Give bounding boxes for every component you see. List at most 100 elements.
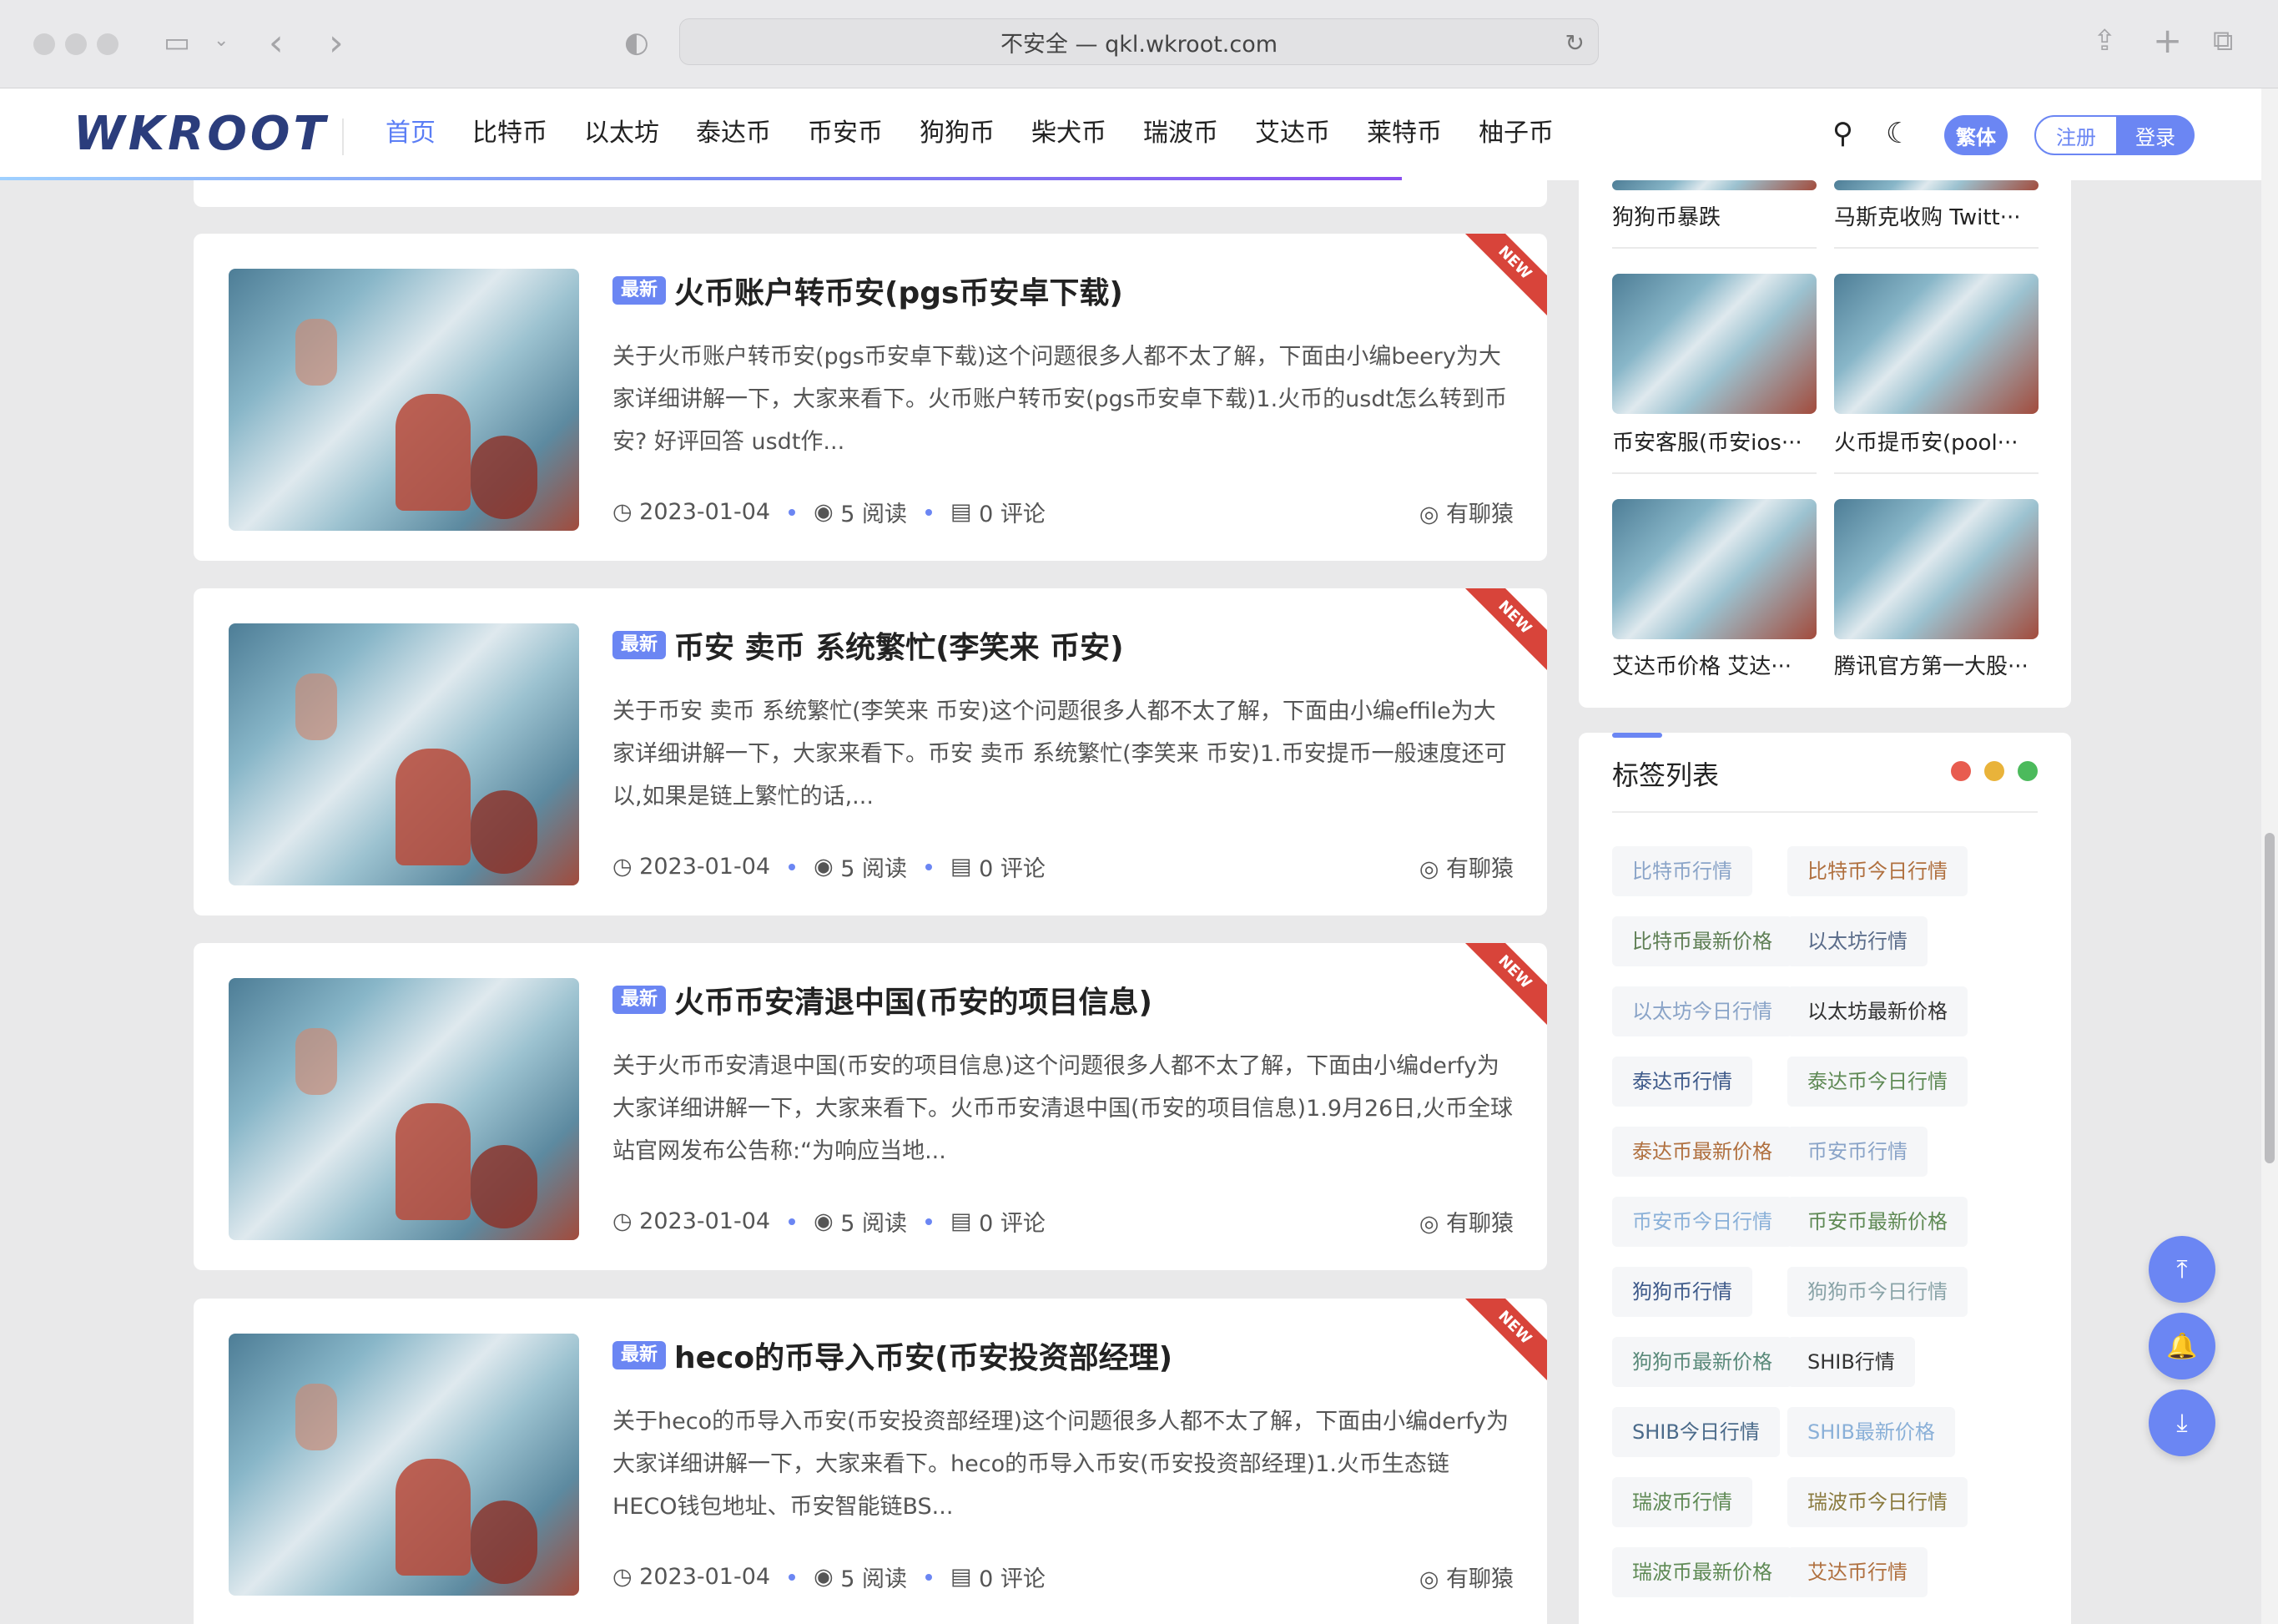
nav-item-btc[interactable]: 比特币 xyxy=(454,112,566,155)
tab-overview-icon[interactable]: ⧉ xyxy=(2213,27,2233,55)
article-author[interactable]: 有聊猿 xyxy=(1446,502,1514,527)
latest-badge: 最新 xyxy=(612,1341,667,1369)
window-minimize-button[interactable] xyxy=(65,33,87,55)
search-icon[interactable]: ⚲ xyxy=(1832,117,1853,150)
thumb-title[interactable]: 腾讯官方第一大股··· xyxy=(1834,649,2039,680)
article-title-text[interactable]: 币安 卖币 系统繁忙(李笑来 币安) xyxy=(674,623,1124,667)
tag-item[interactable]: 币安币今日行情 xyxy=(1612,1197,1792,1247)
thumb-image[interactable] xyxy=(1834,274,2039,414)
thumb-image[interactable] xyxy=(1834,499,2039,639)
thumb-title[interactable]: 火币提币安(pool··· xyxy=(1834,426,2039,456)
nav-item-shib[interactable]: 柴犬币 xyxy=(1013,112,1125,155)
article-card[interactable]: NEW 最新 火币账户转币安(pgs币安卓下载) 关于火币账户转币安(pgs币安卓… xyxy=(194,234,1547,561)
scroll-bottom-button[interactable]: ⤓ xyxy=(2149,1389,2215,1456)
tag-item[interactable]: 泰达币今日行情 xyxy=(1787,1057,1968,1107)
article-thumbnail[interactable] xyxy=(229,269,579,531)
tag-item[interactable]: 币安币最新价格 xyxy=(1787,1197,1968,1247)
tag-item[interactable]: 比特币行情 xyxy=(1612,846,1752,896)
dark-mode-icon[interactable]: ☾ xyxy=(1886,117,1911,150)
article-author[interactable]: 有聊猿 xyxy=(1446,1211,1514,1237)
clock-icon: ◷ xyxy=(612,1208,632,1234)
article-comments[interactable]: 0 评论 xyxy=(979,1205,1046,1238)
article-title[interactable]: 最新 火币账户转币安(pgs币安卓下载) xyxy=(612,269,1123,312)
article-comments[interactable]: 0 评论 xyxy=(979,496,1046,528)
tag-item[interactable]: 瑞波币最新价格 xyxy=(1612,1547,1792,1597)
article-date: 2023-01-04 xyxy=(639,1208,771,1234)
tag-item[interactable]: SHIB今日行情 xyxy=(1612,1407,1780,1457)
tag-item[interactable]: 艾达币行情 xyxy=(1787,1547,1928,1597)
nav-item-ada[interactable]: 艾达币 xyxy=(1237,112,1348,155)
article-thumbnail[interactable] xyxy=(229,978,579,1240)
article-card[interactable]: NEW 最新 火币币安清退中国(币安的项目信息) 关于火币币安清退中国(币安的项目… xyxy=(194,943,1547,1270)
register-button[interactable]: 注册 xyxy=(2034,115,2118,155)
thumb-image[interactable] xyxy=(1612,499,1817,639)
article-title-text[interactable]: 火币账户转币安(pgs币安卓下载) xyxy=(674,269,1123,312)
nav-item-usdt[interactable]: 泰达币 xyxy=(678,112,789,155)
new-ribbon: NEW xyxy=(1459,943,1547,1027)
nav-item-bnb[interactable]: 币安币 xyxy=(789,112,901,155)
window-dots xyxy=(1951,761,2038,781)
tag-item[interactable]: 以太坊今日行情 xyxy=(1612,986,1792,1036)
shield-icon[interactable]: ◐ xyxy=(624,28,649,57)
article-title-text[interactable]: heco的币导入币安(币安投资部经理) xyxy=(674,1334,1172,1377)
article-views: 5 阅读 xyxy=(840,1566,907,1592)
article-card[interactable]: NEW 最新 币安 卖币 系统繁忙(李笑来 币安) 关于币安 卖币 系统繁忙(李笑… xyxy=(194,588,1547,915)
reload-icon[interactable]: ↻ xyxy=(1565,29,1585,57)
thumb-title[interactable]: 狗狗币暴跌 xyxy=(1612,200,1817,231)
tag-item[interactable]: 瑞波币今日行情 xyxy=(1787,1477,1968,1527)
scrollbar-thumb[interactable] xyxy=(2265,833,2275,1163)
article-title[interactable]: 最新 火币币安清退中国(币安的项目信息) xyxy=(612,978,1152,1021)
tag-item[interactable]: 比特币今日行情 xyxy=(1787,846,1968,896)
address-bar[interactable]: 不安全 — qkl.wkroot.com ↻ xyxy=(679,18,1599,65)
thumb-partial[interactable] xyxy=(1612,180,1817,190)
tag-item[interactable]: 泰达币最新价格 xyxy=(1612,1127,1792,1177)
window-zoom-button[interactable] xyxy=(97,33,118,55)
tag-item[interactable]: 狗狗币最新价格 xyxy=(1612,1337,1792,1387)
window-close-button[interactable] xyxy=(33,33,55,55)
tag-item[interactable]: SHIB最新价格 xyxy=(1787,1407,1955,1457)
tag-item[interactable]: 以太坊行情 xyxy=(1787,916,1928,966)
tag-item[interactable]: 狗狗币今日行情 xyxy=(1787,1267,1968,1317)
sidebar-toggle-icon[interactable]: ▭ xyxy=(164,28,190,57)
tag-item[interactable]: 以太坊最新价格 xyxy=(1787,986,1968,1036)
tag-item[interactable]: 狗狗币行情 xyxy=(1612,1267,1752,1317)
article-thumbnail[interactable] xyxy=(229,623,579,885)
traditional-chinese-button[interactable]: 繁体 xyxy=(1944,115,2008,155)
new-tab-icon[interactable]: + xyxy=(2153,23,2182,58)
nav-item-doge[interactable]: 狗狗币 xyxy=(901,112,1013,155)
article-comments[interactable]: 0 评论 xyxy=(979,850,1046,883)
nav-item-eth[interactable]: 以太坊 xyxy=(566,112,678,155)
tag-item[interactable]: 币安币行情 xyxy=(1787,1127,1928,1177)
thumb-partial[interactable] xyxy=(1834,180,2039,190)
thumb-image[interactable] xyxy=(1612,274,1817,414)
tag-item[interactable]: 泰达币行情 xyxy=(1612,1057,1752,1107)
nav-item-eos[interactable]: 柚子币 xyxy=(1460,112,1572,155)
share-icon[interactable]: ⇪ xyxy=(2093,27,2117,55)
forward-button[interactable]: › xyxy=(329,25,344,62)
nav-item-xrp[interactable]: 瑞波币 xyxy=(1125,112,1237,155)
article-views: 5 阅读 xyxy=(840,856,907,882)
back-button[interactable]: ‹ xyxy=(269,25,284,62)
article-author[interactable]: 有聊猿 xyxy=(1446,856,1514,882)
article-title-text[interactable]: 火币币安清退中国(币安的项目信息) xyxy=(674,978,1152,1021)
thumb-title[interactable]: 马斯克收购 Twitt··· xyxy=(1834,200,2039,231)
author-icon: ◎ xyxy=(1419,1211,1439,1237)
tag-item[interactable]: 比特币最新价格 xyxy=(1612,916,1792,966)
back-to-top-button[interactable]: ⤒ xyxy=(2149,1236,2215,1303)
login-button[interactable]: 登录 xyxy=(2116,115,2195,155)
article-card[interactable]: NEW 最新 heco的币导入币安(币安投资部经理) 关于heco的币导入币安(币… xyxy=(194,1299,1547,1624)
tag-item[interactable]: SHIB行情 xyxy=(1787,1337,1915,1387)
thumb-title[interactable]: 艾达币价格 艾达··· xyxy=(1612,649,1817,680)
nav-item-home[interactable]: 首页 xyxy=(367,112,454,155)
notification-button[interactable]: 🔔 xyxy=(2149,1313,2215,1379)
article-title[interactable]: 最新 heco的币导入币安(币安投资部经理) xyxy=(612,1334,1172,1377)
article-title[interactable]: 最新 币安 卖币 系统繁忙(李笑来 币安) xyxy=(612,623,1124,667)
article-comments[interactable]: 0 评论 xyxy=(979,1561,1046,1593)
article-author[interactable]: 有聊猿 xyxy=(1446,1566,1514,1592)
site-logo[interactable]: WKROOT xyxy=(73,107,329,161)
nav-item-ltc[interactable]: 莱特币 xyxy=(1348,112,1460,155)
thumb-title[interactable]: 币安客服(币安ios··· xyxy=(1612,426,1817,456)
chevron-down-icon[interactable]: ⌄ xyxy=(214,32,229,50)
tag-item[interactable]: 瑞波币行情 xyxy=(1612,1477,1752,1527)
article-thumbnail[interactable] xyxy=(229,1334,579,1596)
